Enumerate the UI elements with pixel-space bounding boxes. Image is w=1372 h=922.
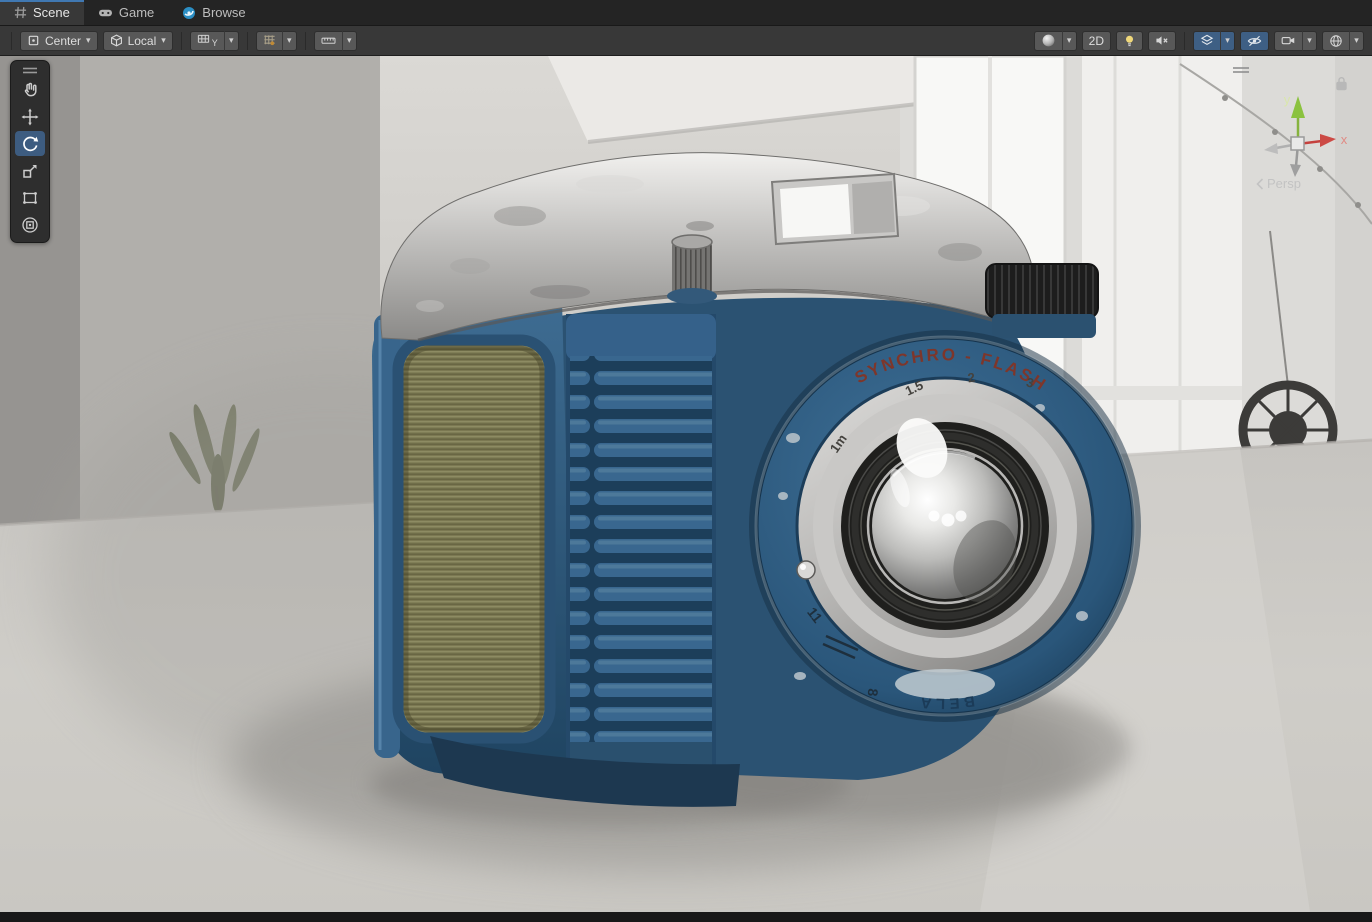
- increment-snap-control: ▾: [314, 31, 357, 51]
- draw-mode-control: ▾: [1034, 31, 1077, 51]
- scene-toolbar: Center ▾ Local ▾ Y ▾: [0, 26, 1372, 56]
- orientation-gizmo-area: y x Persp: [1232, 56, 1372, 206]
- gizmos-control: ▾: [1322, 31, 1364, 51]
- svg-text:8: 8: [865, 688, 882, 697]
- scene-visibility-toggle[interactable]: [1240, 31, 1269, 51]
- shaded-sphere-icon: [1041, 33, 1056, 48]
- effects-caret[interactable]: ▾: [1220, 31, 1235, 51]
- snap-toggle-button[interactable]: [256, 31, 282, 51]
- effects-layers-icon: [1200, 34, 1214, 47]
- chevron-down-icon: ▾: [86, 36, 91, 45]
- toolbar-separator: [247, 32, 248, 50]
- grid-axis-label: Y: [212, 38, 218, 50]
- lens-brand-text: BELA: [916, 692, 976, 712]
- gizmos-globe-icon: [1329, 34, 1343, 48]
- ruler-icon: [321, 34, 336, 47]
- gizmos-caret[interactable]: ▾: [1349, 31, 1364, 51]
- effects-control: ▾: [1193, 31, 1235, 51]
- overlay-handle[interactable]: [1232, 66, 1250, 74]
- scene-effects-toggle[interactable]: [1193, 31, 1220, 51]
- projection-toggle[interactable]: Persp: [1256, 176, 1301, 191]
- scene-render: SYNCHRO - FLASH 1m 1.5 2 3 11 8: [0, 56, 1372, 912]
- orientation-dropdown[interactable]: Local ▾: [103, 31, 173, 51]
- tools-overlay: [10, 60, 50, 243]
- scene-lighting-toggle[interactable]: [1116, 31, 1143, 51]
- draw-mode-caret[interactable]: ▾: [1062, 31, 1077, 51]
- tab-bar: Scene Game Browse: [0, 0, 1372, 26]
- rect-tool-icon: [21, 189, 39, 207]
- tab-scene[interactable]: Scene: [0, 0, 84, 25]
- pivot-mode-dropdown[interactable]: Center ▾: [20, 31, 98, 51]
- rotate-icon: [21, 135, 39, 153]
- tool-transform[interactable]: [15, 212, 45, 237]
- browse-globe-icon: [182, 6, 196, 20]
- video-camera-icon: [1281, 34, 1296, 47]
- light-bulb-icon: [1123, 34, 1136, 48]
- grid-visibility-control: Y ▾: [190, 31, 239, 51]
- chevron-left-icon: [1256, 178, 1264, 190]
- orientation-label: Local: [128, 34, 157, 48]
- overlay-grip-handle[interactable]: [11, 64, 49, 76]
- pivot-mode-label: Center: [45, 34, 81, 48]
- tool-scale[interactable]: [15, 158, 45, 183]
- lens-screw: [797, 561, 815, 579]
- audio-muted-icon: [1155, 34, 1169, 47]
- chevron-down-icon: ▾: [161, 36, 166, 45]
- tool-rect[interactable]: [15, 185, 45, 210]
- projection-label: Persp: [1267, 176, 1301, 191]
- snap-options-caret[interactable]: ▾: [282, 31, 297, 51]
- snap-grid-icon: [263, 34, 276, 47]
- axis-x-label: x: [1341, 132, 1348, 147]
- gamepad-icon: [98, 6, 113, 19]
- shading-mode-button[interactable]: [1034, 31, 1062, 51]
- grid-toggle-button[interactable]: Y: [190, 31, 224, 51]
- scene-grid-icon: [14, 6, 27, 19]
- tab-game[interactable]: Game: [84, 0, 168, 25]
- tool-hand[interactable]: [15, 77, 45, 102]
- toolbar-right-group: ▾ 2D: [1034, 31, 1364, 51]
- hand-icon: [21, 81, 39, 99]
- increment-snap-caret[interactable]: ▾: [342, 31, 357, 51]
- grid-options-caret[interactable]: ▾: [224, 31, 239, 51]
- camera-settings-control: ▾: [1274, 31, 1317, 51]
- scene-viewport[interactable]: SYNCHRO - FLASH 1m 1.5 2 3 11 8: [0, 56, 1372, 912]
- gizmos-button[interactable]: [1322, 31, 1349, 51]
- toolbar-separator: [1184, 32, 1185, 50]
- snap-control: ▾: [256, 31, 297, 51]
- lens-assembly: SYNCHRO - FLASH 1m 1.5 2 3 11 8: [749, 330, 1141, 722]
- scene-camera-button[interactable]: [1274, 31, 1302, 51]
- cube-icon: [110, 34, 123, 47]
- bottom-bar: [0, 912, 1372, 922]
- scene-audio-toggle[interactable]: [1148, 31, 1176, 51]
- 2d-mode-label: 2D: [1089, 34, 1104, 48]
- 2d-mode-toggle[interactable]: 2D: [1082, 31, 1111, 51]
- scale-icon: [21, 162, 39, 180]
- toolbar-separator: [305, 32, 306, 50]
- toolbar-separator: [181, 32, 182, 50]
- increment-snap-button[interactable]: [314, 31, 342, 51]
- grid-icon: [197, 34, 210, 47]
- unity-editor-window: Scene Game Browse: [0, 0, 1372, 922]
- transform-icon: [21, 216, 39, 234]
- eye-slash-icon: [1247, 34, 1262, 48]
- tab-browse-label: Browse: [202, 5, 245, 20]
- tool-move[interactable]: [15, 104, 45, 129]
- move-icon: [21, 108, 39, 126]
- pivot-icon: [27, 34, 40, 47]
- tab-scene-label: Scene: [33, 5, 70, 20]
- toolbar-separator: [11, 32, 12, 50]
- tab-browse[interactable]: Browse: [168, 0, 259, 25]
- axis-y-label: y: [1284, 92, 1291, 107]
- tab-game-label: Game: [119, 5, 154, 20]
- camera-settings-caret[interactable]: ▾: [1302, 31, 1317, 51]
- tool-rotate[interactable]: [15, 131, 45, 156]
